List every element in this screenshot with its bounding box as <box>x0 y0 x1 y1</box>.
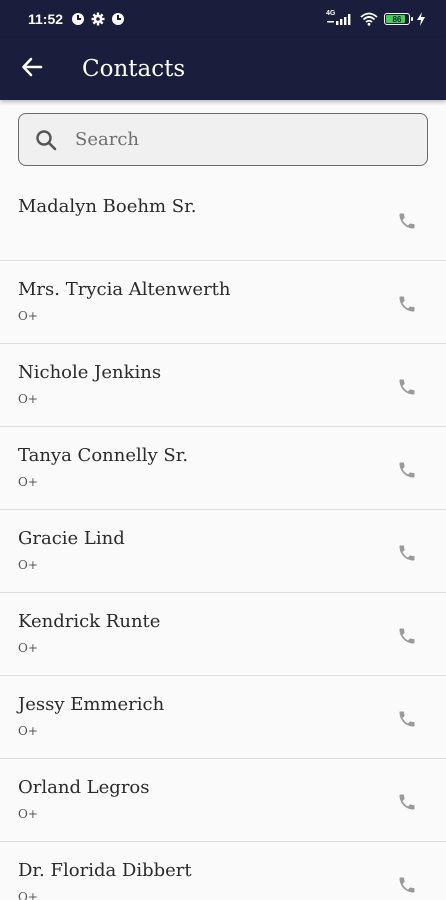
app-bar: Contacts <box>0 38 446 100</box>
phone-icon <box>399 462 415 478</box>
phone-icon <box>399 877 415 893</box>
page-title: Contacts <box>82 56 186 82</box>
contact-blood-type: O+ <box>18 392 38 406</box>
phone-icon <box>399 711 415 727</box>
contact-blood-type: O+ <box>18 807 38 821</box>
contact-name: Gracie Lind <box>18 528 125 549</box>
call-button[interactable] <box>390 287 424 321</box>
status-time: 11:52 <box>28 11 64 27</box>
contact-name: Jessy Emmerich <box>18 694 165 715</box>
search-icon <box>35 129 57 151</box>
contact-item[interactable]: Mrs. Trycia Altenwerth O+ <box>0 261 446 344</box>
contact-blood-type: O+ <box>18 641 38 655</box>
call-button[interactable] <box>390 453 424 487</box>
contact-item[interactable]: Gracie Lind O+ <box>0 510 446 593</box>
contact-name: Tanya Connelly Sr. <box>18 445 189 466</box>
status-bar: 11:52 4G 86 <box>0 0 446 38</box>
back-button[interactable] <box>0 38 64 100</box>
contact-blood-type: O+ <box>18 475 38 489</box>
status-right: 4G 86 <box>326 10 426 26</box>
contact-item[interactable]: Kendrick Runte O+ <box>0 593 446 676</box>
notification-icon <box>111 12 125 26</box>
contact-blood-type: O+ <box>18 724 38 738</box>
phone-icon <box>399 379 415 395</box>
phone-icon <box>399 628 415 644</box>
contact-item[interactable]: Madalyn Boehm Sr. <box>0 178 446 261</box>
contact-blood-type: O+ <box>18 890 38 900</box>
battery-percent: 86 <box>392 14 402 24</box>
phone-icon <box>399 296 415 312</box>
phone-icon <box>399 213 415 229</box>
contact-item[interactable]: Tanya Connelly Sr. O+ <box>0 427 446 510</box>
call-button[interactable] <box>390 785 424 819</box>
wifi-icon <box>360 12 378 26</box>
contact-name: Orland Legros <box>18 777 150 798</box>
contact-name: Dr. Florida Dibbert <box>18 860 192 881</box>
contact-name: Nichole Jenkins <box>18 362 162 383</box>
contact-item[interactable]: Nichole Jenkins O+ <box>0 344 446 427</box>
contact-item[interactable]: Dr. Florida Dibbert O+ <box>0 842 446 900</box>
contact-item[interactable]: Orland Legros O+ <box>0 759 446 842</box>
contact-list: Madalyn Boehm Sr. Mrs. Trycia Altenwerth… <box>0 178 446 900</box>
contact-name: Kendrick Runte <box>18 611 161 632</box>
contacts-screen: 11:52 4G 86 Contacts Search Madalyn Boeh… <box>0 0 446 900</box>
arrow-left-icon <box>21 56 43 83</box>
call-button[interactable] <box>390 370 424 404</box>
status-left: 11:52 <box>28 11 125 27</box>
call-button[interactable] <box>390 204 424 238</box>
charging-bolt-icon <box>416 12 426 26</box>
contact-name: Madalyn Boehm Sr. <box>18 196 197 217</box>
phone-icon <box>399 545 415 561</box>
battery-icon: 86 <box>384 13 413 25</box>
contact-item[interactable]: Jessy Emmerich O+ <box>0 676 446 759</box>
notification-icon <box>71 12 85 26</box>
phone-icon <box>399 794 415 810</box>
contact-blood-type: O+ <box>18 558 38 572</box>
call-button[interactable] <box>390 619 424 653</box>
call-button[interactable] <box>390 868 424 900</box>
signal-icon: 4G <box>326 10 354 26</box>
search-field[interactable] <box>18 113 428 166</box>
call-button[interactable] <box>390 702 424 736</box>
contact-name: Mrs. Trycia Altenwerth <box>18 279 231 300</box>
contact-blood-type: O+ <box>18 309 38 323</box>
search-input[interactable] <box>73 128 377 151</box>
settings-gear-icon <box>91 12 105 26</box>
call-button[interactable] <box>390 536 424 570</box>
